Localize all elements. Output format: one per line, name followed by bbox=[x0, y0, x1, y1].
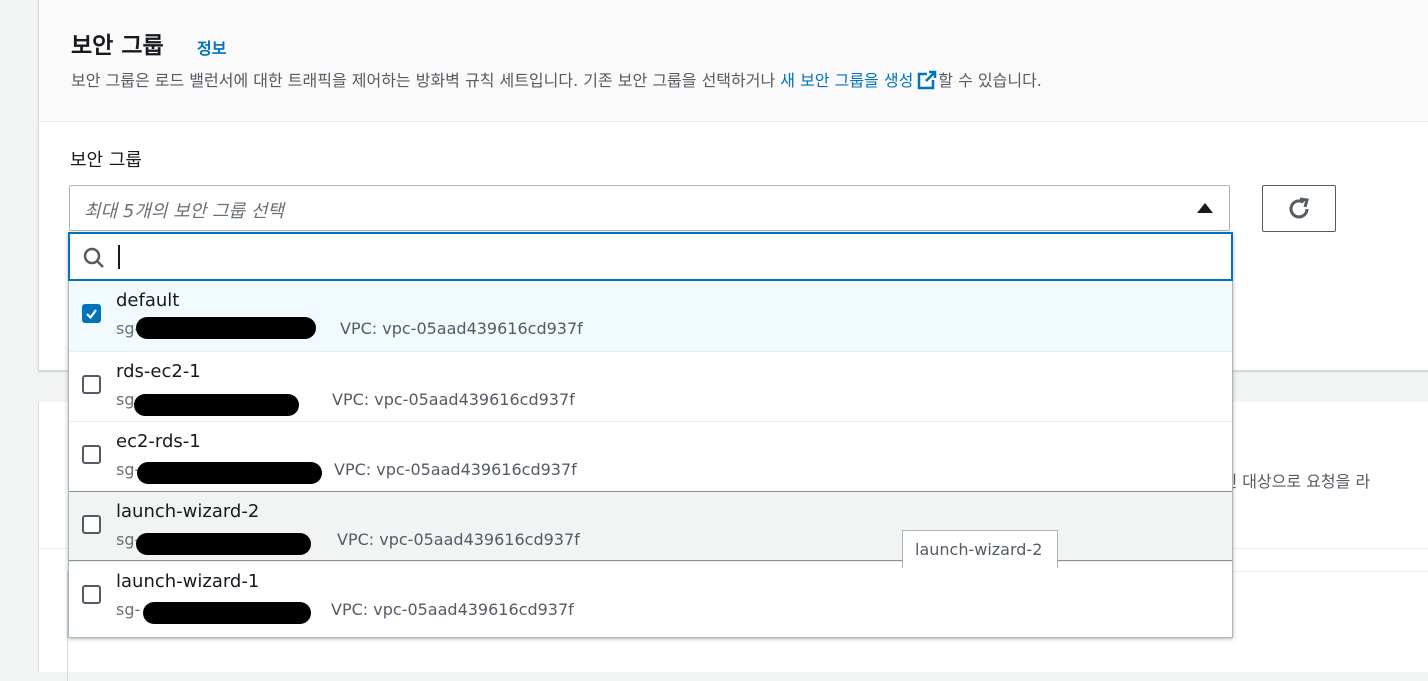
dropdown-search-input[interactable] bbox=[68, 232, 1233, 281]
create-security-group-link[interactable]: 새 보안 그룹을 생성 bbox=[780, 70, 938, 90]
description-suffix: 할 수 있습니다. bbox=[938, 71, 1042, 90]
option-launch-wizard-1[interactable]: launch-wizard-1 sg- VPC: vpc-05aad439616… bbox=[69, 561, 1232, 636]
select-placeholder: 최대 5개의 보안 그룹 선택 bbox=[84, 201, 284, 222]
option-vpc: VPC: vpc-05aad439616cd937f bbox=[334, 460, 577, 479]
panel-header: 보안 그룹 정보 보안 그룹은 로드 밸런서에 대한 트래픽을 제어하는 방화벽… bbox=[39, 0, 1428, 122]
refresh-icon bbox=[1289, 197, 1309, 218]
checkbox[interactable] bbox=[82, 585, 101, 604]
option-vpc: VPC: vpc-05aad439616cd937f bbox=[340, 319, 583, 338]
security-group-field-label: 보안 그룹 bbox=[70, 150, 142, 171]
option-rds-ec2-1[interactable]: rds-ec2-1 sg- VPC: vpc-05aad439616cd937f bbox=[69, 351, 1232, 421]
option-name: rds-ec2-1 bbox=[116, 361, 201, 382]
description-text: 보안 그룹은 로드 밸런서에 대한 트래픽을 제어하는 방화벽 규칙 세트입니다… bbox=[71, 71, 781, 90]
section-description: 보안 그룹은 로드 밸런서에 대한 트래픽을 제어하는 방화벽 규칙 세트입니다… bbox=[71, 67, 1042, 91]
option-tooltip: launch-wizard-2 bbox=[902, 530, 1058, 568]
text-cursor bbox=[118, 245, 120, 269]
option-name: launch-wizard-1 bbox=[116, 571, 260, 592]
external-link-icon bbox=[918, 70, 937, 90]
caret-up-icon bbox=[1197, 203, 1213, 213]
checkmark-icon bbox=[86, 309, 97, 320]
option-id: sg- bbox=[116, 600, 141, 619]
refresh-button[interactable] bbox=[1262, 185, 1336, 232]
option-ec2-rds-1[interactable]: ec2-rds-1 sg- VPC: vpc-05aad439616cd937f bbox=[69, 421, 1232, 491]
checkbox-checked[interactable] bbox=[82, 304, 101, 323]
option-vpc: VPC: vpc-05aad439616cd937f bbox=[337, 530, 580, 549]
option-name: default bbox=[116, 290, 180, 311]
info-link[interactable]: 정보 bbox=[197, 35, 226, 59]
checkbox[interactable] bbox=[82, 375, 101, 394]
section-title: 보안 그룹 bbox=[71, 33, 164, 59]
security-group-dropdown: default sg- VPC: vpc-05aad439616cd937f r… bbox=[68, 232, 1233, 638]
redaction-mark bbox=[143, 602, 311, 624]
option-name: launch-wizard-2 bbox=[116, 501, 260, 522]
checkbox[interactable] bbox=[82, 445, 101, 464]
option-vpc: VPC: vpc-05aad439616cd937f bbox=[332, 390, 575, 409]
security-group-select[interactable]: 최대 5개의 보안 그룹 선택 bbox=[69, 185, 1230, 231]
redaction-mark bbox=[136, 533, 311, 555]
redaction-mark bbox=[137, 462, 322, 484]
redaction-mark bbox=[134, 394, 299, 416]
redaction-mark bbox=[136, 317, 316, 339]
search-icon bbox=[83, 247, 104, 268]
checkbox[interactable] bbox=[82, 515, 101, 534]
option-name: ec2-rds-1 bbox=[116, 431, 201, 452]
option-vpc: VPC: vpc-05aad439616cd937f bbox=[331, 600, 574, 619]
option-default[interactable]: default sg- VPC: vpc-05aad439616cd937f bbox=[69, 281, 1232, 351]
